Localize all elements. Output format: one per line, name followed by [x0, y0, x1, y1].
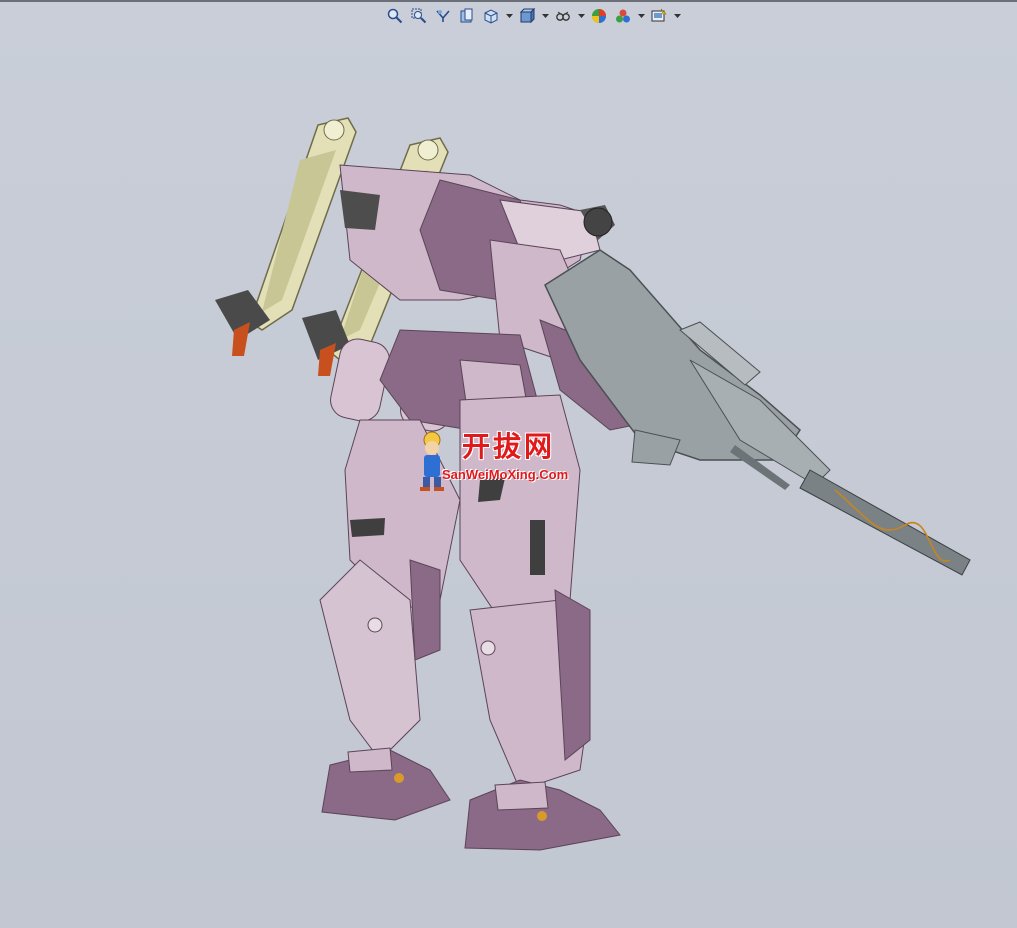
zoom-to-area-icon [411, 8, 427, 24]
apply-scene-button[interactable] [612, 5, 634, 27]
section-view-button[interactable] [456, 5, 478, 27]
window-top-border [0, 0, 1017, 2]
zoom-to-fit-button[interactable] [384, 5, 406, 27]
zoom-to-area-button[interactable] [408, 5, 430, 27]
hide-show-items-button[interactable] [552, 5, 574, 27]
view-settings-icon [651, 8, 667, 22]
previous-view-icon [436, 10, 450, 22]
apply-scene-dropdown[interactable] [636, 5, 646, 27]
view-orientation-button[interactable] [480, 5, 502, 27]
view-settings-dropdown[interactable] [672, 5, 682, 27]
watermark: 开拔网 SanWeiMoXing.Com [418, 425, 608, 495]
apply-scene-icon [616, 9, 630, 23]
view-orientation-icon [484, 9, 498, 24]
previous-view-button[interactable] [432, 5, 454, 27]
display-style-button[interactable] [516, 5, 538, 27]
chevron-down-icon [505, 13, 513, 18]
edit-appearance-button[interactable] [588, 5, 610, 27]
chevron-down-icon [541, 13, 549, 18]
display-style-icon [519, 8, 535, 24]
hide-show-items-dropdown[interactable] [576, 5, 586, 27]
chevron-down-icon [673, 13, 681, 18]
hide-show-items-icon [556, 11, 570, 21]
chevron-down-icon [637, 13, 645, 18]
chevron-down-icon [577, 13, 585, 18]
zoom-to-fit-icon [387, 8, 403, 24]
section-view-icon [460, 8, 473, 23]
watermark-subtitle: SanWeiMoXing.Com [442, 467, 569, 482]
view-settings-button[interactable] [648, 5, 670, 27]
view-orientation-dropdown[interactable] [504, 5, 514, 27]
edit-appearance-icon [592, 9, 606, 23]
display-style-dropdown[interactable] [540, 5, 550, 27]
watermark-title: 开拔网 [462, 430, 556, 463]
heads-up-view-toolbar [384, 4, 682, 28]
